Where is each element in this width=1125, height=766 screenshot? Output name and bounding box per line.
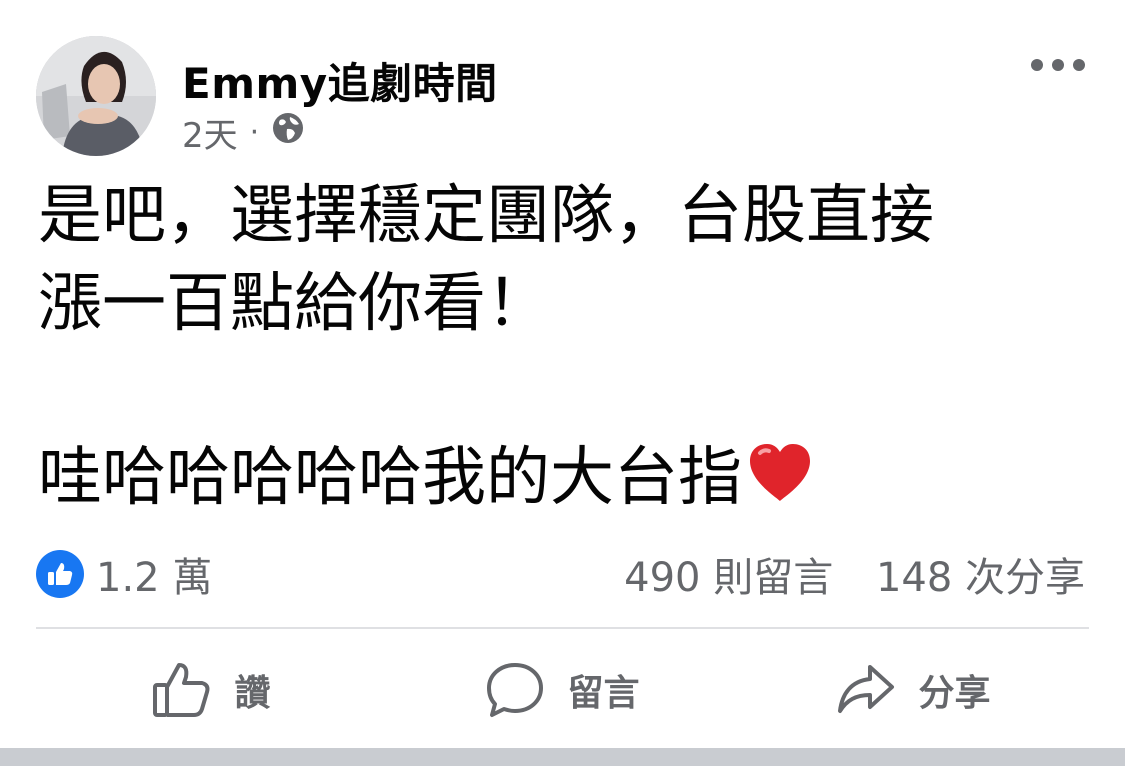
comment-label: 留言 xyxy=(567,673,640,714)
reaction-count: 1.2 萬 xyxy=(96,555,213,601)
post-time[interactable]: 2天 xyxy=(182,108,238,157)
like-reaction-icon xyxy=(36,550,84,598)
post-text-line-with-emoji: 哇哈哈哈哈哈我的大台指 xyxy=(38,434,1088,528)
avatar-photo xyxy=(36,36,156,156)
share-button[interactable]: 分享 xyxy=(738,650,1089,730)
author-name[interactable]: Emmy追劇時間 xyxy=(182,50,498,111)
like-button[interactable]: 讚 xyxy=(36,650,387,730)
comment-button[interactable]: 留言 xyxy=(387,650,738,730)
thumbs-up-icon xyxy=(153,663,210,717)
share-count[interactable]: 148 次分享 xyxy=(876,555,1085,601)
more-options-icon[interactable] xyxy=(1031,50,1085,80)
author-avatar[interactable] xyxy=(36,36,156,156)
post-stats: 1.2 萬 490 則留言 148 次分享 xyxy=(36,545,1085,603)
action-bar: 讚 留言 分享 xyxy=(36,650,1089,730)
comment-bubble-icon xyxy=(487,663,544,717)
divider xyxy=(36,627,1089,629)
feed-separator-bar xyxy=(0,748,1125,766)
share-label: 分享 xyxy=(918,673,991,714)
post-text: 哇哈哈哈哈哈我的大台指 xyxy=(38,441,742,515)
post-body: 是吧，選擇穩定團隊，台股直接 漲一百點給你看！ 哇哈哈哈哈哈我的大台指 xyxy=(38,172,1088,528)
share-arrow-icon xyxy=(838,665,895,713)
comment-count[interactable]: 490 則留言 xyxy=(624,555,833,601)
red-heart-icon xyxy=(746,440,814,528)
like-label: 讚 xyxy=(234,673,271,714)
post-meta: 2天 · xyxy=(182,108,305,157)
post-text-line: 是吧，選擇穩定團隊，台股直接 xyxy=(38,179,934,253)
reaction-summary[interactable]: 1.2 萬 xyxy=(36,545,212,603)
globe-icon xyxy=(271,111,305,154)
meta-separator: · xyxy=(249,114,260,150)
engagement-counts: 490 則留言 148 次分享 xyxy=(624,545,1085,603)
facebook-post: Emmy追劇時間 2天 · 是吧，選擇穩定團隊，台股直接 漲一百點給你看！ 哇哈… xyxy=(0,0,1125,766)
post-text-line: 漲一百點給你看！ xyxy=(38,267,550,341)
